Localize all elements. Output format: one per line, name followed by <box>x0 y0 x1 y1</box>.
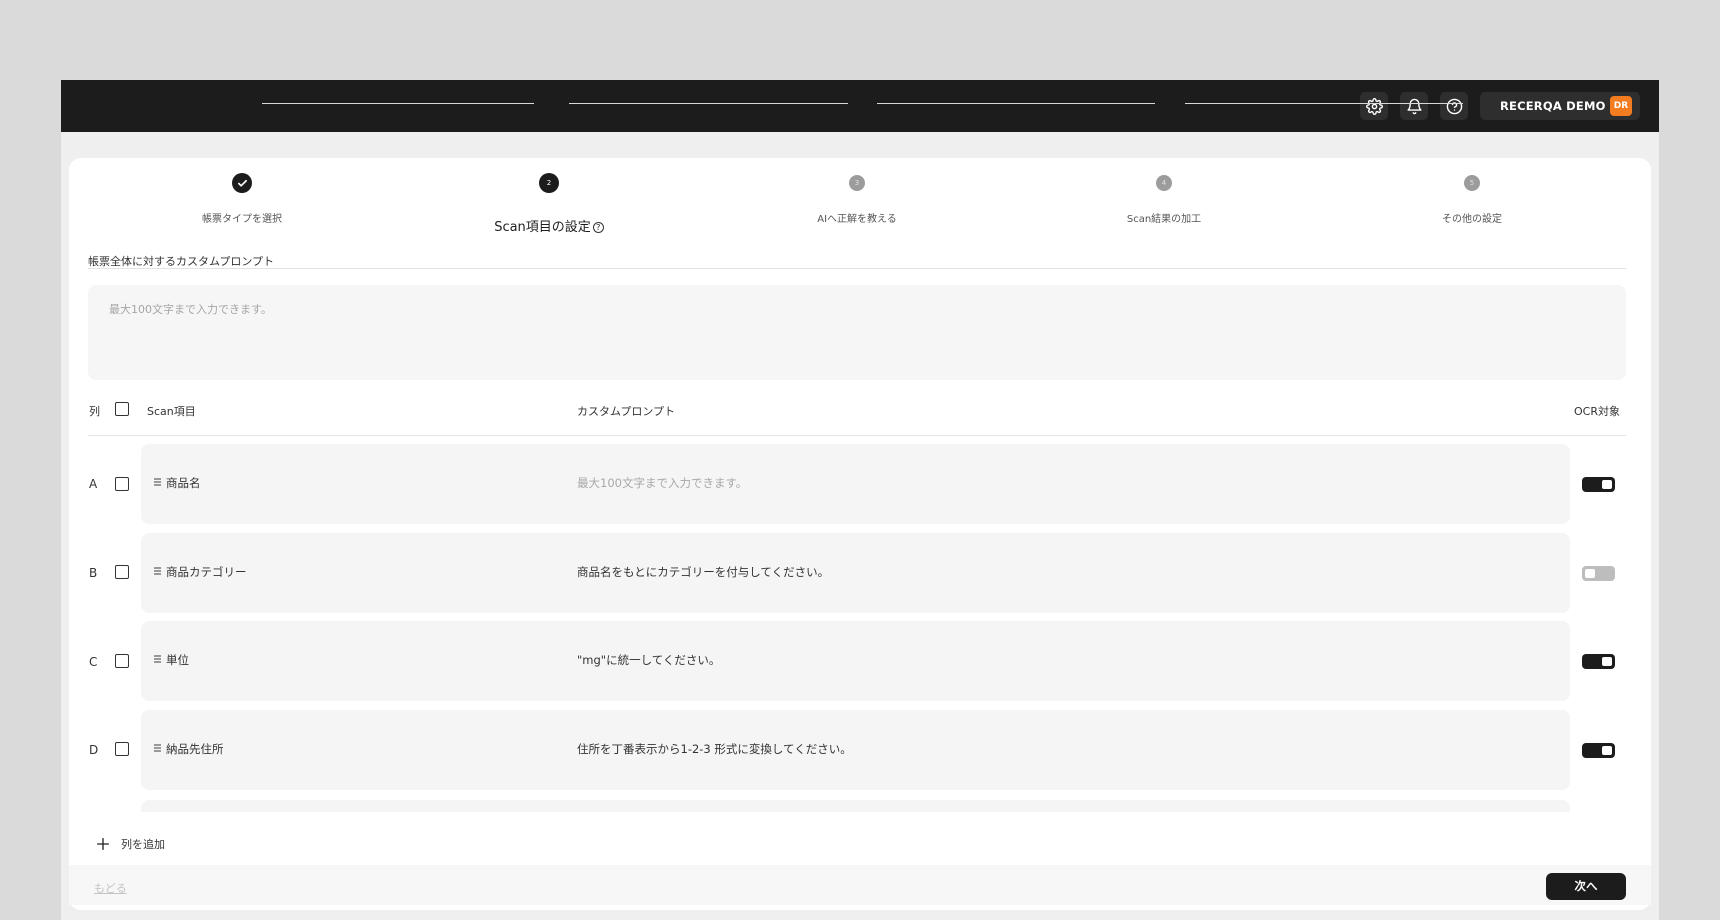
step-1-label[interactable]: 帳票タイプを選択 <box>142 210 342 225</box>
notifications-button[interactable] <box>1400 92 1428 120</box>
scan-item-name[interactable]: 単位 <box>166 652 189 668</box>
row-letter: C <box>89 655 98 669</box>
table-row-partial <box>141 800 1570 812</box>
toggle-knob <box>1585 569 1595 578</box>
step-label-text: Scan項目の設定 <box>494 220 591 235</box>
table-row[interactable]: 単位 "mg"に統一してください。 <box>141 621 1570 701</box>
drag-handle-icon[interactable] <box>154 478 161 486</box>
row-letter: D <box>89 743 99 757</box>
ocr-toggle[interactable] <box>1582 654 1615 669</box>
column-header-col: 列 <box>89 405 100 418</box>
plus-icon <box>97 838 109 850</box>
step-4-label: Scan結果の加工 <box>1064 210 1264 225</box>
row-checkbox[interactable] <box>115 654 129 668</box>
custom-prompt-input[interactable]: 住所を丁番表示から1-2-3 形式に変換してください。 <box>577 741 852 757</box>
column-header-item: Scan項目 <box>147 405 196 418</box>
ocr-toggle[interactable] <box>1582 743 1615 758</box>
check-icon <box>237 179 247 187</box>
step-5-label: その他の設定 <box>1372 210 1572 225</box>
drag-handle-icon[interactable] <box>154 655 161 663</box>
step-number: 3 <box>854 179 860 187</box>
scan-item-name[interactable]: 商品名 <box>166 475 201 491</box>
step-3-label: AIへ正解を教える <box>757 210 957 225</box>
step-connector <box>877 103 1155 104</box>
ocr-toggle[interactable] <box>1582 477 1615 492</box>
top-bar: RECERQA DEMO DR <box>61 80 1659 132</box>
next-button[interactable]: 次へ <box>1546 873 1626 900</box>
toggle-knob <box>1602 657 1612 666</box>
step-number: 2 <box>546 179 552 187</box>
step-label-text: 帳票タイプを選択 <box>202 214 282 225</box>
add-column-button[interactable]: 列を追加 <box>95 835 165 853</box>
help-icon <box>1446 98 1462 114</box>
step-label-text: Scan結果の加工 <box>1126 214 1202 225</box>
scan-item-name[interactable]: 納品先住所 <box>166 741 224 757</box>
add-column-label: 列を追加 <box>121 838 165 851</box>
row-letter: A <box>89 477 98 491</box>
drag-handle-icon[interactable] <box>154 744 161 752</box>
back-link[interactable]: もどる <box>94 880 127 896</box>
custom-prompt-input[interactable]: "mg"に統一してください。 <box>577 652 720 668</box>
column-header-prompt: カスタムプロンプト <box>577 405 676 418</box>
step-2-indicator: 2 <box>539 173 559 193</box>
row-checkbox[interactable] <box>115 742 129 756</box>
step-3-indicator: 3 <box>849 175 865 191</box>
row-checkbox[interactable] <box>115 477 129 491</box>
step-label-text: その他の設定 <box>1442 214 1502 225</box>
step-5-indicator: 5 <box>1464 175 1480 191</box>
divider <box>88 435 1626 436</box>
help-button[interactable] <box>1440 92 1468 120</box>
step-number: 5 <box>1469 179 1475 187</box>
step-4-indicator: 4 <box>1156 175 1172 191</box>
toggle-knob <box>1602 480 1612 489</box>
account-name: RECERQA DEMO <box>1500 99 1606 113</box>
row-checkbox[interactable] <box>115 565 129 579</box>
account-menu[interactable]: RECERQA DEMO DR <box>1480 92 1640 120</box>
drag-handle-icon[interactable] <box>154 567 161 575</box>
table-row[interactable]: 納品先住所 住所を丁番表示から1-2-3 形式に変換してください。 <box>141 710 1570 790</box>
step-2-label: Scan項目の設定? <box>449 216 649 235</box>
global-prompt-input[interactable] <box>88 285 1626 380</box>
step-connector <box>262 103 534 104</box>
custom-prompt-input[interactable]: 商品名をもとにカテゴリーを付与してください。 <box>577 564 829 580</box>
question-icon[interactable]: ? <box>592 222 604 233</box>
avatar: DR <box>1610 96 1632 116</box>
settings-button[interactable] <box>1360 92 1388 120</box>
column-header-ocr: OCR対象 <box>1574 405 1620 418</box>
gear-icon <box>1365 97 1383 115</box>
step-number: 4 <box>1161 179 1167 187</box>
step-connector <box>569 103 848 104</box>
table-row[interactable]: 商品カテゴリー 商品名をもとにカテゴリーを付与してください。 <box>141 533 1570 613</box>
toggle-knob <box>1602 746 1612 755</box>
scan-item-name[interactable]: 商品カテゴリー <box>166 564 247 580</box>
step-connector <box>1185 103 1463 104</box>
step-label-text: AIへ正解を教える <box>817 214 897 225</box>
bell-icon <box>1406 98 1422 114</box>
divider <box>88 268 1626 269</box>
step-1-indicator <box>232 173 252 193</box>
select-all-checkbox[interactable] <box>115 402 129 416</box>
global-prompt-label: 帳票全体に対するカスタムプロンプト <box>88 255 275 268</box>
ocr-toggle[interactable] <box>1582 566 1615 581</box>
table-row[interactable]: 商品名 最大100文字まで入力できます。 <box>141 444 1570 524</box>
footer-bar <box>69 865 1651 905</box>
custom-prompt-input[interactable]: 最大100文字まで入力できます。 <box>577 475 747 491</box>
row-letter: B <box>89 566 98 580</box>
